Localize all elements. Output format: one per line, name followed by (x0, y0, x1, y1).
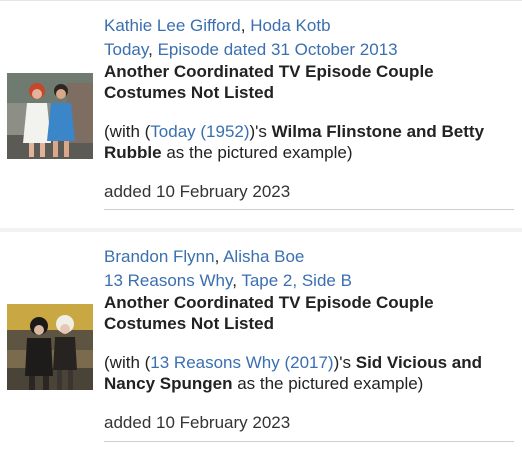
separator: , (148, 40, 158, 59)
costume-photo-image (7, 304, 93, 390)
pictured-example: (with (Today (1952))'s Wilma Flinstone a… (104, 121, 514, 163)
example-show-link[interactable]: 13 Reasons Why (2017) (150, 353, 333, 372)
entry-title: Another Coordinated TV Episode Couple Co… (104, 293, 434, 333)
episode-link[interactable]: Episode dated 31 October 2013 (158, 40, 398, 59)
person-link[interactable]: Kathie Lee Gifford (104, 16, 241, 35)
pictured-example: (with (13 Reasons Why (2017))'s Sid Vici… (104, 352, 514, 394)
show-link[interactable]: 13 Reasons Why (104, 271, 232, 290)
costume-entry-list: Kathie Lee Gifford, Hoda Kotb Today, Epi… (0, 0, 522, 459)
costume-photo-thumbnail[interactable] (7, 73, 93, 159)
costume-photo-thumbnail[interactable] (7, 304, 93, 390)
episode-link[interactable]: Tape 2, Side B (241, 271, 352, 290)
example-prefix: (with ( (104, 353, 151, 372)
person-link[interactable]: Alisha Boe (223, 247, 304, 266)
list-item: Brandon Flynn, Alisha Boe 13 Reasons Why… (0, 232, 522, 459)
person-link[interactable]: Hoda Kotb (250, 16, 330, 35)
costume-photo-image (7, 73, 93, 159)
example-mid: )'s (249, 122, 272, 141)
example-suffix: as the pictured example) (232, 374, 424, 393)
added-date: added 10 February 2023 (104, 181, 514, 210)
entry-content: Kathie Lee Gifford, Hoda Kotb Today, Epi… (104, 15, 514, 210)
people-line: Kathie Lee Gifford, Hoda Kotb (104, 15, 514, 36)
added-date: added 10 February 2023 (104, 412, 514, 442)
separator: , (214, 247, 224, 266)
separator: , (232, 271, 242, 290)
example-suffix: as the pictured example) (161, 143, 353, 162)
example-mid: )'s (333, 353, 356, 372)
people-line: Brandon Flynn, Alisha Boe (104, 246, 514, 267)
person-link[interactable]: Brandon Flynn (104, 247, 215, 266)
show-link[interactable]: Today (104, 40, 148, 59)
example-prefix: (with ( (104, 122, 151, 141)
entry-title: Another Coordinated TV Episode Couple Co… (104, 62, 434, 102)
example-show-link[interactable]: Today (1952) (150, 122, 249, 141)
show-episode-line: 13 Reasons Why, Tape 2, Side B (104, 270, 514, 291)
show-episode-line: Today, Episode dated 31 October 2013 (104, 39, 514, 60)
separator: , (240, 16, 251, 35)
entry-content: Brandon Flynn, Alisha Boe 13 Reasons Why… (104, 246, 514, 442)
list-item: Kathie Lee Gifford, Hoda Kotb Today, Epi… (0, 0, 522, 228)
